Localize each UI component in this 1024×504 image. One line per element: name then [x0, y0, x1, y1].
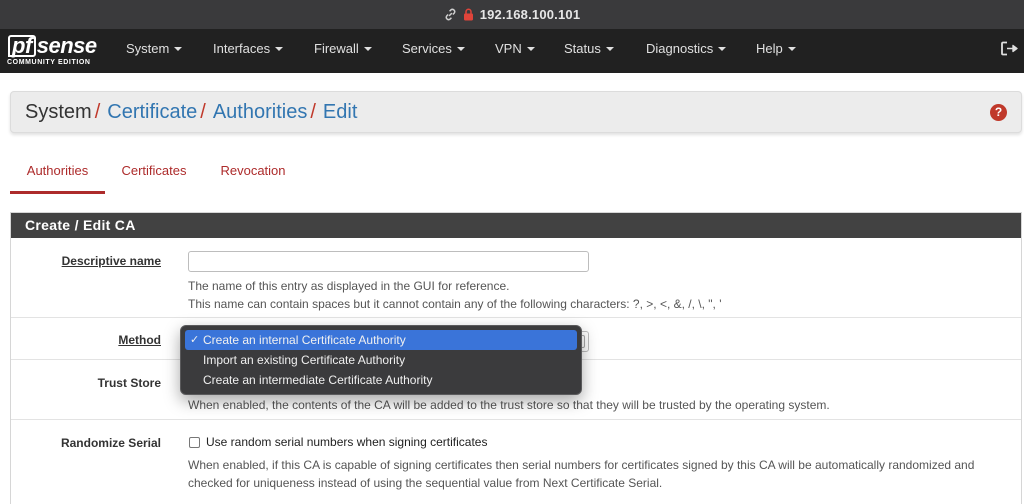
edition-label: COMMUNITY EDITION: [7, 59, 91, 66]
descriptive-name-input[interactable]: [188, 251, 589, 272]
tab-authorities[interactable]: Authorities: [10, 150, 105, 194]
method-dropdown-menu: ✓ Create an internal Certificate Authorit…: [180, 325, 582, 395]
nav-services[interactable]: Services: [402, 29, 465, 73]
browser-address-bar[interactable]: 192.168.100.101: [0, 0, 1024, 29]
method-option-intermediate[interactable]: Create an intermediate Certificate Autho…: [185, 370, 577, 390]
caret-down-icon: [363, 47, 372, 51]
trust-store-help: When enabled, the contents of the CA wil…: [188, 398, 830, 412]
randomize-serial-checkbox-label[interactable]: Use random serial numbers when signing c…: [206, 435, 487, 449]
help-question-icon[interactable]: ?: [990, 104, 1007, 121]
breadcrumb-system: System: [25, 101, 92, 123]
randomize-serial-checkbox[interactable]: [189, 437, 200, 448]
caret-down-icon: [718, 47, 727, 51]
nav-interfaces[interactable]: Interfaces: [213, 29, 284, 73]
breadcrumb-certificate[interactable]: Certificate: [107, 101, 197, 123]
tab-certificates[interactable]: Certificates: [116, 150, 192, 194]
panel-title: Create / Edit CA: [11, 213, 1021, 238]
caret-down-icon: [605, 47, 614, 51]
insecure-lock-icon: [463, 8, 474, 21]
nav-diagnostics[interactable]: Diagnostics: [646, 29, 727, 73]
breadcrumb-edit[interactable]: Edit: [323, 101, 357, 123]
breadcrumb-panel: System / Certificate / Authorities / Edit ?: [10, 91, 1022, 133]
pfsense-logo[interactable]: pf sense COMMUNITY EDITION: [6, 33, 102, 69]
randomize-serial-help-2: checked for uniqueness instead of using …: [188, 476, 663, 490]
nav-help[interactable]: Help: [756, 29, 796, 73]
top-navbar: pf sense COMMUNITY EDITION System Interfa…: [0, 29, 1024, 73]
logout-icon[interactable]: [1001, 41, 1018, 61]
randomize-serial-label: Randomize Serial: [60, 436, 161, 450]
method-option-internal[interactable]: ✓ Create an internal Certificate Authorit…: [185, 330, 577, 350]
tab-revocation[interactable]: Revocation: [216, 150, 290, 194]
breadcrumb-authorities[interactable]: Authorities: [213, 101, 308, 123]
nav-status[interactable]: Status: [564, 29, 614, 73]
method-option-import[interactable]: Import an existing Certificate Authority: [185, 350, 577, 370]
breadcrumb: System / Certificate / Authorities / Edit: [25, 101, 358, 123]
randomize-serial-help-1: When enabled, if this CA is capable of s…: [188, 458, 975, 472]
nav-vpn[interactable]: VPN: [495, 29, 535, 73]
descriptive-name-help-1: The name of this entry as displayed in t…: [188, 279, 510, 293]
nav-firewall[interactable]: Firewall: [314, 29, 372, 73]
trust-store-label: Trust Store: [97, 376, 161, 390]
caret-down-icon: [275, 47, 284, 51]
nav-system[interactable]: System: [126, 29, 183, 73]
descriptive-name-label: Descriptive name: [61, 254, 161, 268]
caret-down-icon: [456, 47, 465, 51]
descriptive-name-help-2: This name can contain spaces but it cann…: [188, 297, 722, 311]
checkmark-icon: ✓: [190, 334, 200, 346]
link-icon: [444, 8, 457, 21]
caret-down-icon: [174, 47, 183, 51]
caret-down-icon: [787, 47, 796, 51]
address-url[interactable]: 192.168.100.101: [480, 7, 581, 22]
caret-down-icon: [526, 47, 535, 51]
method-label: Method: [118, 333, 161, 347]
